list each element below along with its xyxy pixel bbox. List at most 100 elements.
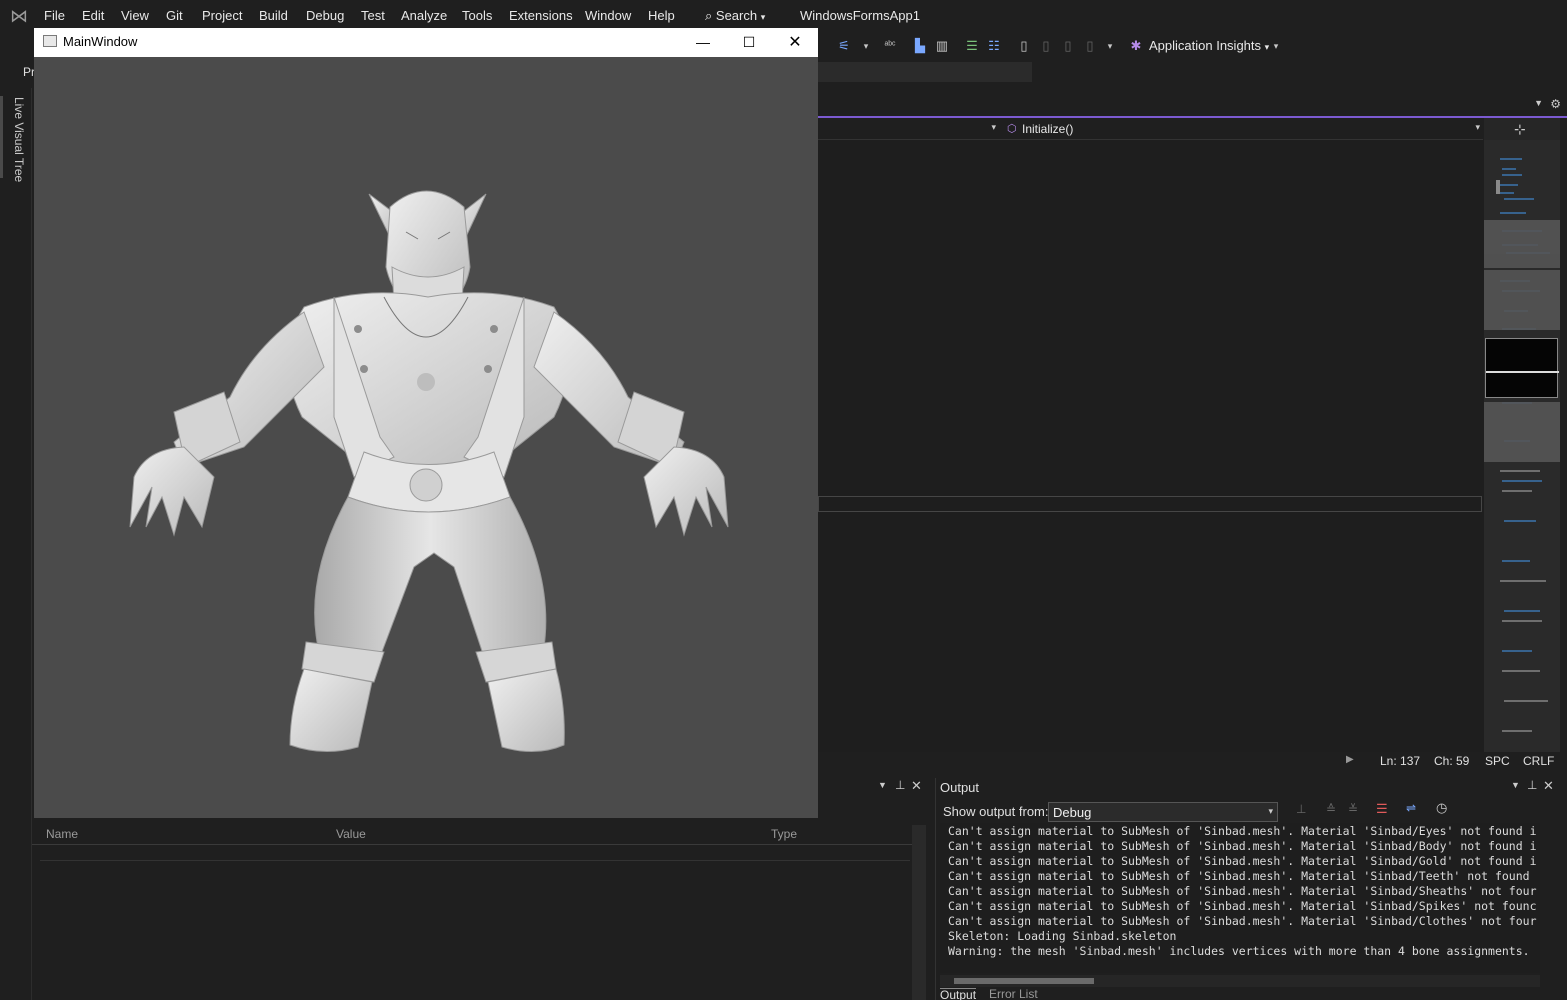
menu-analyze[interactable]: Analyze bbox=[401, 8, 447, 23]
chevron-down-icon[interactable]: ▼ bbox=[1534, 98, 1543, 108]
chevron-down-icon[interactable]: ▼ bbox=[878, 780, 887, 790]
method-icon: ⬡ bbox=[1007, 123, 1017, 135]
line-number[interactable]: Ln: 137 bbox=[1380, 754, 1420, 768]
timestamp-icon[interactable]: ◷ bbox=[1436, 800, 1447, 816]
split-icon: ⊹ bbox=[1514, 121, 1526, 137]
pin-icon[interactable]: ⊥ bbox=[1527, 778, 1537, 792]
output-title: Output bbox=[940, 780, 980, 795]
outdent-icon[interactable]: ☷ bbox=[986, 38, 1002, 54]
pin-icon[interactable]: ⊥ bbox=[895, 778, 905, 792]
scroll-right-icon[interactable]: ▶ bbox=[1346, 754, 1354, 765]
previous-message-icon: ≙ bbox=[1326, 802, 1337, 816]
maximize-icon: ☐ bbox=[742, 34, 756, 50]
search-label: Search bbox=[715, 8, 758, 23]
output-line: Can't assign material to SubMesh of 'Sin… bbox=[948, 854, 1537, 868]
bookmark-next-icon[interactable]: ▯ bbox=[1060, 38, 1076, 54]
menu-tools[interactable]: Tools bbox=[462, 8, 492, 23]
main-window-title: MainWindow bbox=[63, 34, 138, 49]
output-line: Warning: the mesh 'Sinbad.mesh' includes… bbox=[948, 944, 1530, 958]
current-line-highlight bbox=[818, 496, 1482, 512]
member-dropdown[interactable]: ⬡ ▾ bbox=[1004, 120, 1484, 138]
menu-test[interactable]: Test bbox=[361, 8, 385, 23]
output-line: Can't assign material to SubMesh of 'Sin… bbox=[948, 839, 1537, 853]
minimap-code-preview bbox=[1484, 158, 1560, 732]
close-button[interactable]: ✕ bbox=[772, 28, 818, 57]
go-to-location-icon: ⊥ bbox=[1296, 802, 1307, 816]
menu-build[interactable]: Build bbox=[259, 8, 288, 23]
split-editor-button[interactable]: ⊹ bbox=[1484, 118, 1560, 140]
column-value[interactable]: Value bbox=[336, 827, 366, 841]
menu-view[interactable]: View bbox=[121, 8, 149, 23]
search-box[interactable]: ⌕ Search ▾ bbox=[705, 8, 765, 24]
output-line: Can't assign material to SubMesh of 'Sin… bbox=[948, 884, 1537, 898]
menu-file[interactable]: File bbox=[44, 8, 65, 23]
minimap-viewport[interactable] bbox=[1485, 338, 1559, 398]
indent-icon[interactable]: ☰ bbox=[964, 38, 980, 54]
chevron-down-icon: ▾ bbox=[991, 122, 996, 132]
output-line: Can't assign material to SubMesh of 'Sin… bbox=[948, 824, 1537, 838]
menu-edit[interactable]: Edit bbox=[82, 8, 104, 23]
minimize-icon: — bbox=[696, 34, 710, 50]
output-line: Can't assign material to SubMesh of 'Sin… bbox=[948, 914, 1537, 928]
spell-check-icon[interactable]: ᵃᵇᶜ bbox=[882, 38, 898, 54]
code-minimap[interactable] bbox=[1484, 140, 1560, 752]
3d-viewport[interactable] bbox=[34, 57, 818, 818]
menu-extensions[interactable]: Extensions bbox=[509, 8, 573, 23]
bookmark-clear-icon[interactable]: ▯ bbox=[1082, 38, 1098, 54]
tab-error-list[interactable]: Error List bbox=[989, 988, 1038, 1000]
column-number[interactable]: Ch: 59 bbox=[1434, 754, 1469, 768]
output-line: Can't assign material to SubMesh of 'Sin… bbox=[948, 869, 1530, 883]
type-dropdown[interactable]: ▾ bbox=[818, 120, 1000, 138]
output-text[interactable]: Can't assign material to SubMesh of 'Sin… bbox=[940, 823, 1540, 973]
output-source-select[interactable]: Debug ▾ bbox=[1048, 802, 1278, 822]
overflow-icon[interactable]: ▾ bbox=[1268, 38, 1284, 54]
column-type[interactable]: Type bbox=[771, 827, 797, 841]
overflow-icon[interactable]: ▾ bbox=[1102, 38, 1118, 54]
overflow-icon[interactable]: ▾ bbox=[858, 38, 874, 54]
scrollbar-thumb[interactable] bbox=[954, 978, 1094, 984]
close-icon[interactable]: ✕ bbox=[911, 778, 922, 794]
watch-row[interactable] bbox=[40, 845, 910, 861]
output-line: Can't assign material to SubMesh of 'Sin… bbox=[948, 899, 1537, 913]
tab-live-visual-tree[interactable]: Live Visual Tree bbox=[4, 97, 26, 187]
show-output-from-label: Show output from: bbox=[943, 804, 1049, 819]
toolbar-combo[interactable] bbox=[818, 62, 1032, 82]
output-line: Skeleton: Loading Sinbad.skeleton bbox=[948, 929, 1177, 943]
line-ending[interactable]: CRLF bbox=[1523, 754, 1554, 768]
minimap-caret bbox=[1486, 371, 1559, 373]
watch-column-headers: Name Value Type bbox=[32, 823, 912, 845]
menu-help[interactable]: Help bbox=[648, 8, 675, 23]
comment-icon[interactable]: ▙ bbox=[912, 38, 928, 54]
chevron-down-icon[interactable]: ▼ bbox=[1511, 780, 1520, 790]
sinbad-3d-model bbox=[129, 190, 729, 753]
uncomment-icon[interactable]: ▥ bbox=[934, 38, 950, 54]
code-editor[interactable] bbox=[818, 140, 1484, 752]
word-wrap-icon[interactable]: ⇌ bbox=[1406, 801, 1416, 815]
chevron-down-icon: ▾ bbox=[760, 12, 766, 22]
search-icon: ⌕ bbox=[705, 8, 713, 23]
editor-status-bar: ▶ Ln: 137 Ch: 59 SPC CRLF bbox=[818, 752, 1560, 770]
bookmark-icon[interactable]: ▯ bbox=[1016, 38, 1032, 54]
document-tab-strip: ▼ ⚙ bbox=[818, 96, 1567, 118]
tab-output[interactable]: Output bbox=[940, 988, 977, 1000]
menu-debug[interactable]: Debug bbox=[306, 8, 344, 23]
chevron-down-icon: ▾ bbox=[1268, 806, 1273, 816]
menu-project[interactable]: Project bbox=[202, 8, 242, 23]
menu-git[interactable]: Git bbox=[166, 8, 183, 23]
visual-studio-logo-icon[interactable]: ⋈ bbox=[10, 6, 32, 26]
tab-indicator bbox=[0, 96, 3, 178]
maximize-button[interactable]: ☐ bbox=[726, 28, 772, 57]
indent-mode[interactable]: SPC bbox=[1485, 754, 1510, 768]
clear-all-icon[interactable]: ☰ bbox=[1376, 801, 1388, 817]
watch-scrollbar[interactable] bbox=[912, 825, 926, 1000]
bookmark-prev-icon[interactable]: ▯ bbox=[1038, 38, 1054, 54]
minimize-button[interactable]: — bbox=[680, 28, 726, 57]
format-icon[interactable]: ⚟ bbox=[836, 38, 852, 54]
member-name: Initialize() bbox=[1022, 122, 1074, 136]
application-insights-button[interactable]: Application Insights ▾ bbox=[1149, 38, 1269, 53]
gear-icon[interactable]: ⚙ bbox=[1550, 97, 1561, 111]
column-name[interactable]: Name bbox=[46, 827, 78, 841]
close-icon[interactable]: ✕ bbox=[1543, 778, 1554, 794]
application-insights-label: Application Insights bbox=[1149, 38, 1262, 53]
menu-window[interactable]: Window bbox=[585, 8, 631, 23]
